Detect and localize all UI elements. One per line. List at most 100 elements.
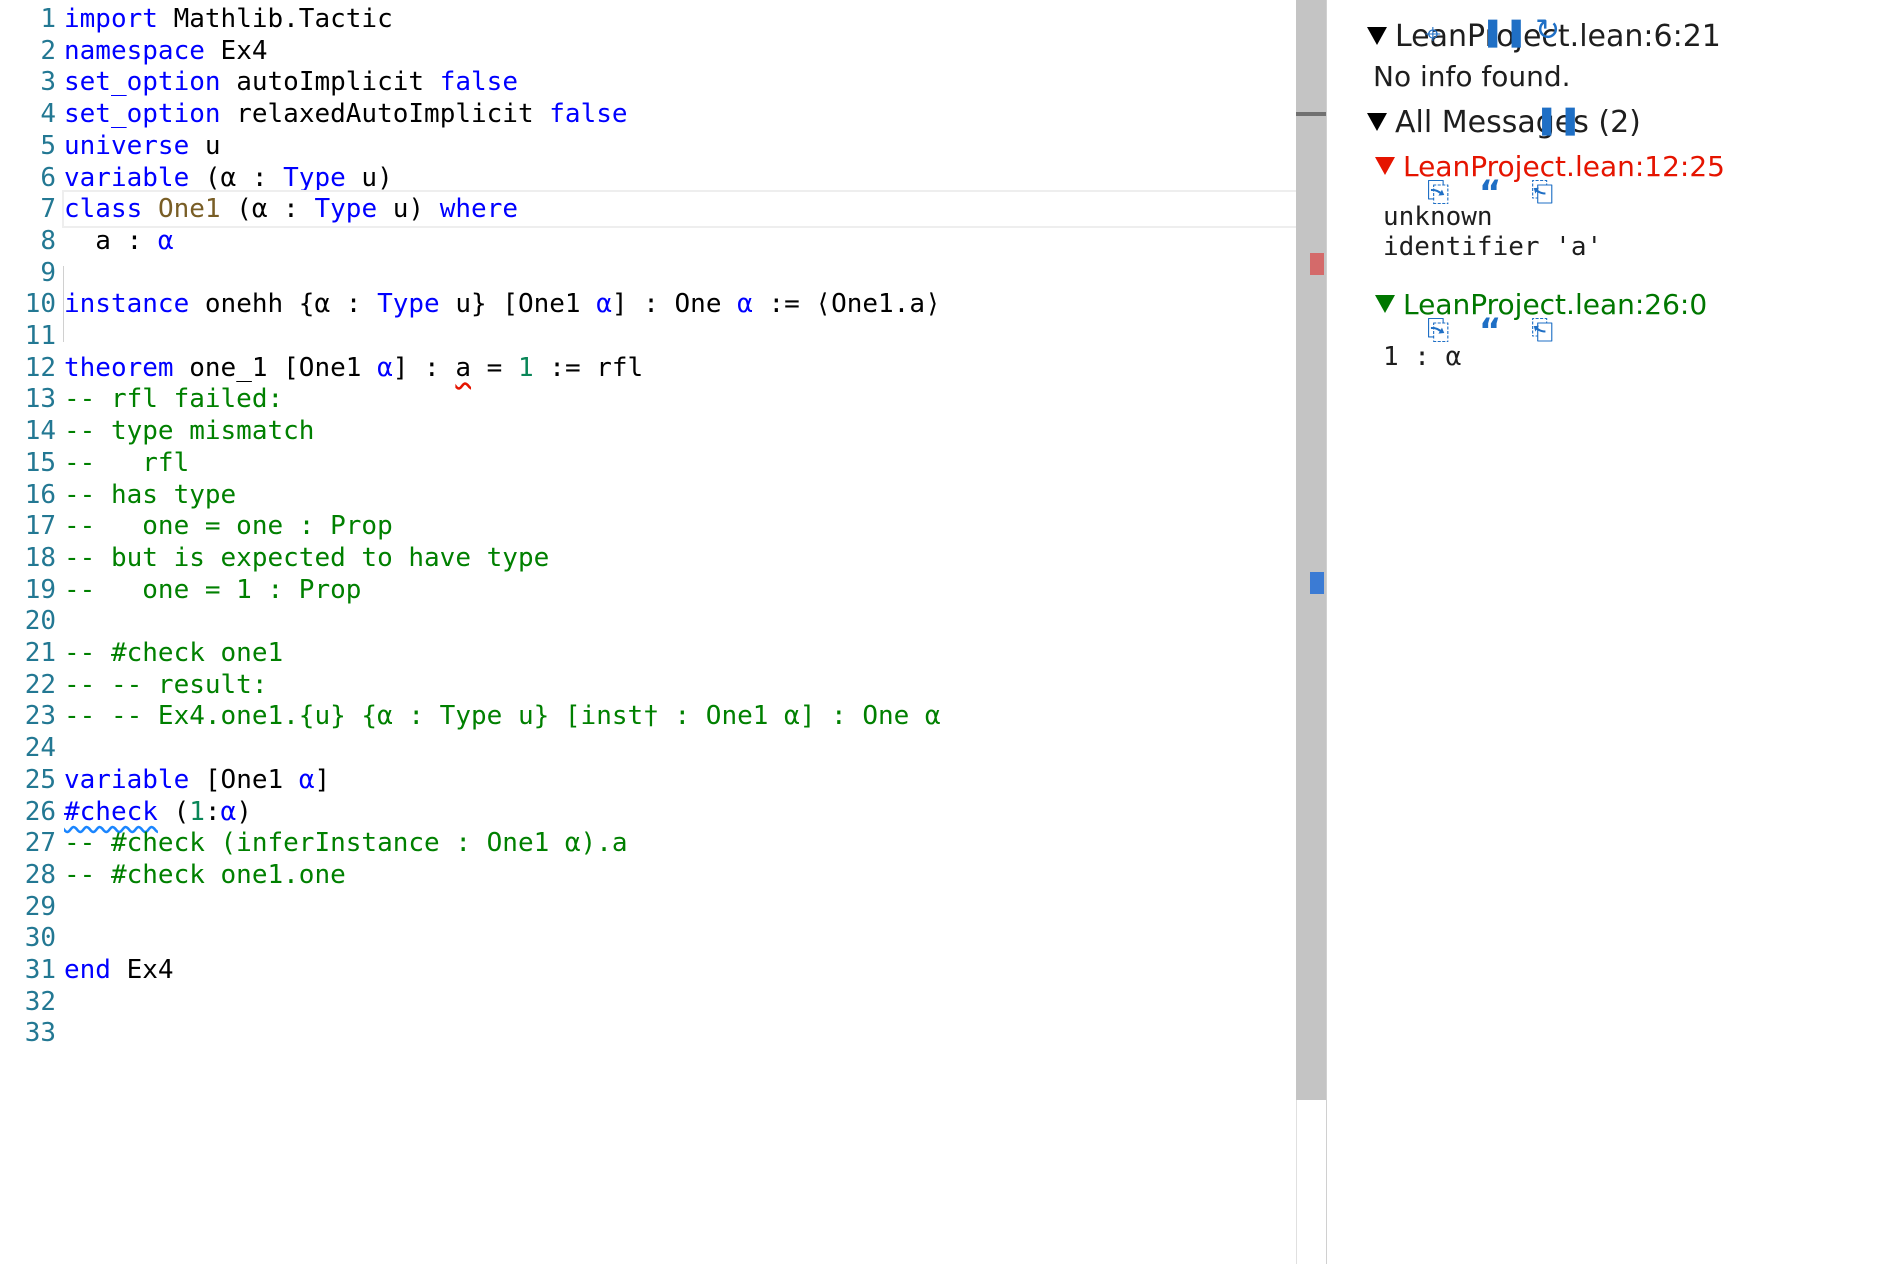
pin-icon[interactable]: ⌖ xyxy=(1425,20,1441,48)
all-messages-header[interactable]: All Messages (2) xyxy=(1367,100,1641,144)
line-text[interactable]: -- but is expected to have type xyxy=(64,543,549,573)
code-token: a xyxy=(455,352,472,383)
line-text[interactable]: -- #check one1.one xyxy=(64,860,346,890)
code-token: -- #check one1.one xyxy=(64,859,346,890)
line-number: 19 xyxy=(24,574,56,605)
collapse-triangle-icon[interactable] xyxy=(1375,157,1395,175)
line-number: 27 xyxy=(24,828,56,859)
line-text[interactable]: -- rfl xyxy=(64,448,189,478)
info-overview-marker[interactable] xyxy=(1310,572,1324,594)
line-text[interactable]: universe u xyxy=(64,131,221,161)
copy-to-comment-icon[interactable]: ⎗ xyxy=(1531,316,1553,344)
code-line[interactable]: 33 xyxy=(0,1014,1300,1052)
line-number: 10 xyxy=(24,289,56,320)
line-number: 7 xyxy=(40,194,56,225)
line-text[interactable]: -- -- Ex4.one1.{u} {α : Type u} [inst† :… xyxy=(64,701,941,731)
code-token: α xyxy=(377,352,393,383)
line-number: 31 xyxy=(24,955,56,985)
code-token: false xyxy=(549,99,628,130)
code-token: -- #check (inferInstance : One1 α).a xyxy=(64,828,628,859)
code-token: -- #check one1 xyxy=(64,638,284,668)
line-text[interactable]: -- -- result: xyxy=(64,670,268,700)
line-number: 32 xyxy=(24,986,56,1017)
line-text[interactable]: a : α xyxy=(64,225,174,256)
code-token: -- rfl xyxy=(64,447,190,478)
code-token: Type xyxy=(283,162,346,193)
code-token: variable xyxy=(64,162,190,193)
line-text[interactable]: -- #check one1 xyxy=(64,638,283,668)
line-number: 16 xyxy=(24,479,56,510)
code-token: [One1 xyxy=(189,764,299,795)
code-token: α xyxy=(298,764,315,795)
line-text[interactable]: namespace Ex4 xyxy=(64,36,268,66)
editor-scrollbar[interactable] xyxy=(1296,0,1326,1100)
line-text[interactable]: variable (α : Type u) xyxy=(64,163,393,193)
refresh-icon[interactable]: ↻ xyxy=(1535,16,1560,46)
code-token: set_option xyxy=(64,67,221,98)
line-text[interactable]: -- type mismatch xyxy=(64,416,314,446)
line-text[interactable]: variable [One1 α] xyxy=(64,765,330,795)
line-text[interactable]: instance onehh {α : Type u} [One1 α] : O… xyxy=(64,289,941,319)
code-editor[interactable]: 1 import Mathlib.Tactic 2 namespace Ex4 3 set… xyxy=(0,0,1322,1264)
line-text[interactable]: -- #check (inferInstance : One1 α).a xyxy=(64,828,628,858)
line-number: 3 xyxy=(40,67,56,98)
collapse-triangle-icon[interactable] xyxy=(1375,295,1395,313)
line-number: 18 xyxy=(24,542,56,573)
code-token: α xyxy=(157,225,174,256)
line-number: 33 xyxy=(24,1018,56,1049)
code-token: ) xyxy=(236,796,252,827)
code-token: Ex4 xyxy=(110,955,174,985)
message-location[interactable]: LeanProject.lean:12:25 xyxy=(1403,150,1725,183)
code-token: end xyxy=(64,955,111,985)
code-token: (α : xyxy=(189,162,284,193)
line-number: 24 xyxy=(24,733,56,764)
line-text[interactable]: import Mathlib.Tactic xyxy=(64,4,393,34)
line-number: 30 xyxy=(24,923,56,954)
code-token: α xyxy=(596,289,612,320)
all-messages-label: All Messages (2) xyxy=(1395,104,1641,140)
code-token: α xyxy=(220,796,237,827)
collapse-triangle-icon[interactable] xyxy=(1367,113,1387,131)
code-token: ] : One xyxy=(611,289,738,320)
code-token: variable xyxy=(64,764,190,795)
line-text[interactable]: #check (1:α) xyxy=(64,797,252,827)
line-text[interactable]: -- has type xyxy=(64,480,236,510)
line-text[interactable]: set_option autoImplicit false xyxy=(64,67,518,97)
line-text[interactable]: end Ex4 xyxy=(64,955,174,985)
line-number: 20 xyxy=(24,606,56,637)
code-token: one_1 [One1 xyxy=(173,352,378,383)
code-token: a : xyxy=(64,225,158,256)
code-token: namespace xyxy=(64,35,205,66)
goal-status-text: No info found. xyxy=(1373,59,1571,93)
line-number: 8 xyxy=(40,225,56,256)
code-token: import xyxy=(64,4,158,34)
code-token: u) xyxy=(345,162,393,193)
line-text[interactable]: -- one = 1 : Prop xyxy=(64,575,361,605)
code-token: ] xyxy=(314,764,331,795)
pause-icon[interactable]: ❚❚ xyxy=(1535,106,1582,134)
code-token: ] : xyxy=(392,352,456,383)
line-text[interactable]: -- one = one : Prop xyxy=(64,511,393,541)
quote-icon[interactable]: “ xyxy=(1479,314,1501,348)
code-token: -- -- Ex4.one1.{u} {α : Type u} [inst† :… xyxy=(64,701,941,732)
code-token: ( xyxy=(157,796,190,827)
line-number: 25 xyxy=(24,764,56,795)
line-text[interactable]: theorem one_1 [One1 α] : a = 1 := rfl xyxy=(64,353,643,383)
go-to-file-icon[interactable]: ⎘ xyxy=(1427,316,1449,344)
code-token: α xyxy=(737,289,753,320)
code-token: -- -- result: xyxy=(64,669,268,700)
pause-icon[interactable]: ❚❚ xyxy=(1481,18,1528,46)
code-token: = xyxy=(471,352,518,383)
current-line-highlight xyxy=(62,190,1322,228)
code-token: #check xyxy=(64,796,158,827)
line-text[interactable]: set_option relaxedAutoImplicit false xyxy=(64,99,628,129)
line-text[interactable]: -- rfl failed: xyxy=(64,384,283,414)
message-line: unknown xyxy=(1383,202,1493,232)
error-overview-marker[interactable] xyxy=(1310,253,1324,275)
line-number: 21 xyxy=(24,638,56,668)
code-token: relaxedAutoImplicit xyxy=(220,99,550,130)
code-token: -- one = 1 : Prop xyxy=(64,574,362,605)
lean-infoview: LeanProject.lean:6:21 ⌖ ❚❚ ↻ No info fou… xyxy=(1327,0,1880,1264)
collapse-triangle-icon[interactable] xyxy=(1367,27,1387,45)
code-token: autoImplicit xyxy=(220,67,440,98)
